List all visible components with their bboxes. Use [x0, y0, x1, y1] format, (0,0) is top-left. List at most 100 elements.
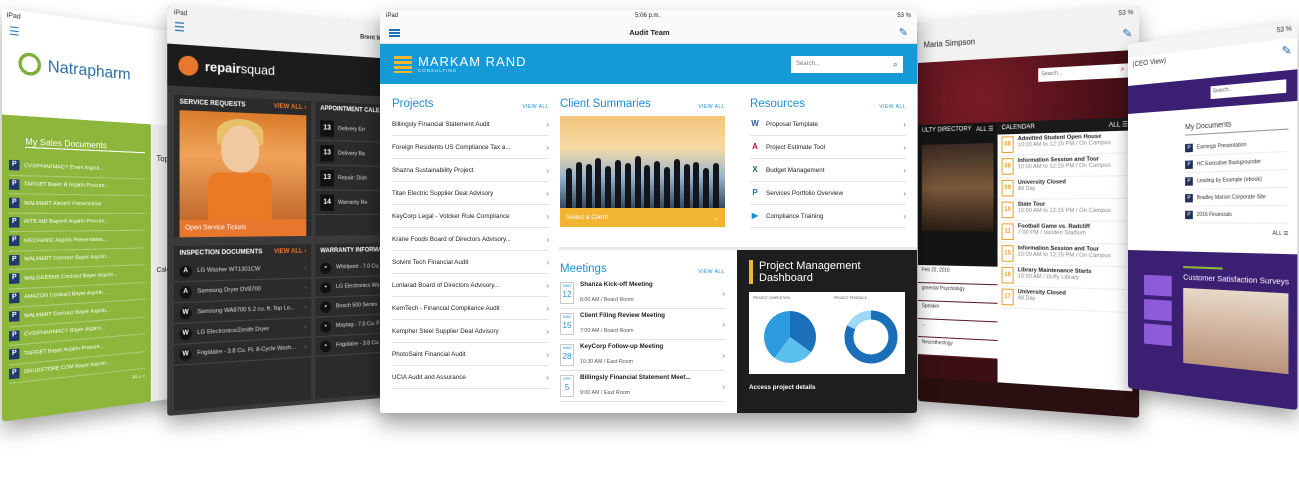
access-details-link[interactable]: Access project details	[749, 384, 905, 391]
project-item[interactable]: Shazna Sustainability Project ›	[392, 159, 549, 182]
warranty-title: Bosch 500 Series	[336, 302, 377, 310]
open-tickets-select[interactable]: Open Service Tickets	[180, 219, 307, 237]
event-item[interactable]: 09 University Closed All Day	[998, 176, 1133, 199]
chevron-right-icon: ›	[903, 120, 906, 129]
project-title: KemTech - Financial Compliance Audit	[392, 305, 500, 312]
document-item[interactable]: P Leading by Example (ebook)	[1185, 170, 1288, 190]
hamburger-icon[interactable]	[389, 29, 400, 37]
document-item[interactable]: P TARGET Bayer B Aspirin Procure...	[9, 175, 145, 196]
document-title: DRUGSTORE.COM Bayer Aspirin...	[24, 360, 110, 376]
dashboard-title: Project Management Dashboard	[749, 260, 905, 284]
open-tickets-label: Open Service Tickets	[185, 225, 246, 232]
document-item[interactable]: P Bradley Marion Corporate Site	[1185, 188, 1288, 207]
meeting-item[interactable]: MAR 12 Shanza Kick-off Meeting 8:00 AM / Bo…	[560, 278, 725, 309]
flame-icon	[178, 55, 198, 76]
event-item[interactable]: 11 Football Game vs. Radcliff 7:00 PM / Va…	[998, 221, 1133, 244]
person-silhouette	[615, 160, 621, 208]
meeting-item[interactable]: APR 5 Billingsly Financial Statement Meet.…	[560, 371, 725, 402]
date-badge: 11	[1002, 223, 1014, 240]
project-item[interactable]: UCIA Audit and Assurance ›	[392, 366, 549, 389]
edit-icon[interactable]: ✎	[1282, 43, 1292, 67]
resource-item[interactable]: ▶ Compliance Training ›	[750, 205, 906, 228]
hamburger-icon[interactable]: ☰	[174, 20, 185, 35]
date-badge: 14	[320, 194, 334, 211]
document-title: Bradley Marion Corporate Site	[1197, 193, 1266, 200]
project-item[interactable]: Billingsly Financial Statement Audit ›	[392, 113, 549, 136]
projects-view-all-link[interactable]: VIEW ALL	[522, 104, 549, 110]
word-doc-icon: W	[180, 348, 192, 361]
dashboard-title-line-2: Dashboard	[759, 272, 861, 284]
project-item[interactable]: Krane Foods Board of Directors Advisory.…	[392, 228, 549, 251]
document-icon: P	[1185, 193, 1193, 201]
resources-view-all-link[interactable]: VIEW ALL	[879, 104, 906, 110]
document-title: Earnings Presentation	[1197, 141, 1247, 150]
repair-squad-tablet: iPad ☰ Brent McC repairsquad SERVICE REQ…	[167, 6, 394, 416]
resource-item[interactable]: X Budget Management ›	[750, 159, 906, 182]
meeting-details: 8:00 AM / Board Room	[580, 297, 634, 303]
document-item[interactable]: P RITE AID Bayer® Aspirin Procure...	[9, 213, 145, 232]
select-client-dropdown[interactable]: Select a Client ⌄	[560, 208, 725, 227]
event-item[interactable]: 08 Information Session and Tour 10:00 AM t…	[998, 153, 1133, 178]
view-all-link[interactable]: VIEW ALL ›	[274, 99, 307, 115]
meeting-item[interactable]: MAR 15 Client Filing Review Meeting 7:00 AM…	[560, 309, 725, 340]
meeting-item[interactable]: MAR 28 KeyCorp Follow-up Meeting 10:30 AM /…	[560, 340, 725, 371]
resource-item[interactable]: A Project Estimate Tool ›	[750, 136, 906, 159]
project-item[interactable]: KemTech - Financial Compliance Audit ›	[392, 297, 549, 320]
chevron-right-icon: ›	[546, 166, 549, 175]
service-requests-panel: SERVICE REQUESTS VIEW ALL › Open Service …	[174, 95, 311, 238]
appointment-title: Warranty Re	[338, 199, 368, 205]
lower-item[interactable]: Neurotheology	[918, 337, 998, 360]
project-item[interactable]: Foreign Residents US Compliance Tax a...…	[392, 136, 549, 159]
view-all-link[interactable]: ALL ☰	[976, 125, 993, 133]
project-title: PhotoSaint Financial Audit	[392, 351, 466, 358]
document-title: HC Executive Backgrounder	[1197, 158, 1261, 167]
project-dashboard-panel[interactable]: Project Management Dashboard PROJECT COMP…	[737, 250, 917, 413]
client-summaries-title: Client Summaries	[560, 98, 651, 110]
completion-panel: PROJECT COMPLETION	[753, 296, 828, 370]
document-item[interactable]: P 2016 Financials	[1185, 206, 1288, 224]
project-item[interactable]: Titan Electric Supplier Deal Advisory ›	[392, 182, 549, 205]
project-item[interactable]: Kempher Steel Supplier Deal Advisory ›	[392, 320, 549, 343]
date-badge: 16	[1002, 267, 1014, 284]
project-item[interactable]: Lorilarad Board of Directors Advisory...…	[392, 274, 549, 297]
event-text: University Closed All Day	[1018, 179, 1066, 196]
document-title: WALGREENS Contract Bayer Aspirin...	[24, 271, 117, 282]
event-item[interactable]: 10 State Tour 10:00 AM to 12:15 PM / On Ca…	[998, 199, 1133, 222]
person-silhouette	[595, 158, 601, 208]
event-item[interactable]: 15 Information Session and Tour 10:00 AM t…	[998, 243, 1133, 267]
view-all-link[interactable]: VIEW ALL ›	[274, 244, 307, 259]
resource-item[interactable]: W Proposal Template ›	[750, 113, 906, 136]
dashboard-title-line-1: Project Management	[759, 260, 861, 272]
status-bar: iPad 5:06 p.m. 53 %	[380, 10, 917, 22]
event-item[interactable]: 08 Admitted Student Open House 10:00 AM to…	[998, 130, 1133, 156]
project-item[interactable]: PhotoSaint Financial Audit ›	[392, 343, 549, 366]
brand-name: Natrapharm	[48, 56, 131, 83]
view-all-link[interactable]: ALL ☰	[1185, 230, 1288, 238]
search-input[interactable]: Search...	[1211, 79, 1287, 99]
resource-title: Compliance Training	[766, 213, 823, 220]
device-label: iPad	[386, 13, 398, 19]
meeting-text: Client Filing Review Meeting 7:00 AM / Bo…	[580, 312, 665, 337]
resource-item[interactable]: P Services Portfolio Overview ›	[750, 182, 906, 205]
powerpoint-icon: P	[9, 217, 19, 227]
edit-icon[interactable]: ✎	[899, 26, 908, 39]
project-title: Foreign Residents US Compliance Tax a...	[392, 144, 511, 151]
search-icon[interactable]: ⌕	[1120, 66, 1124, 75]
clients-view-all-link[interactable]: VIEW ALL	[698, 104, 725, 110]
search-input[interactable]: Search... ⌕	[791, 56, 903, 73]
panel-title: CALENDAR	[1002, 124, 1035, 131]
project-item[interactable]: KeyCorp Legal - Volcker Rule Compliance ›	[392, 205, 549, 228]
document-title: LG Washer WT1301CW	[197, 266, 260, 274]
date-badge: 10	[1002, 202, 1014, 219]
lower-item[interactable]: Feb 22, 2016	[918, 265, 998, 285]
dashboard-preview: PROJECT COMPLETION PROJECT FEEDBACK	[749, 292, 905, 374]
meetings-view-all-link[interactable]: VIEW ALL	[698, 269, 725, 275]
document-item[interactable]: P WALMART Aleve® Presentation	[9, 194, 145, 213]
search-input[interactable]: Search... ⌕	[1038, 63, 1128, 82]
event-item[interactable]: 17 University Closed All Day	[998, 286, 1133, 313]
view-all-link[interactable]: ALL ☰	[1109, 121, 1128, 128]
powerpoint-icon: P	[9, 198, 19, 208]
nav-bar: Audit Team ✎	[380, 22, 917, 44]
search-icon[interactable]: ⌕	[893, 59, 898, 70]
project-item[interactable]: Solvint Tech Financial Audit ›	[392, 251, 549, 274]
